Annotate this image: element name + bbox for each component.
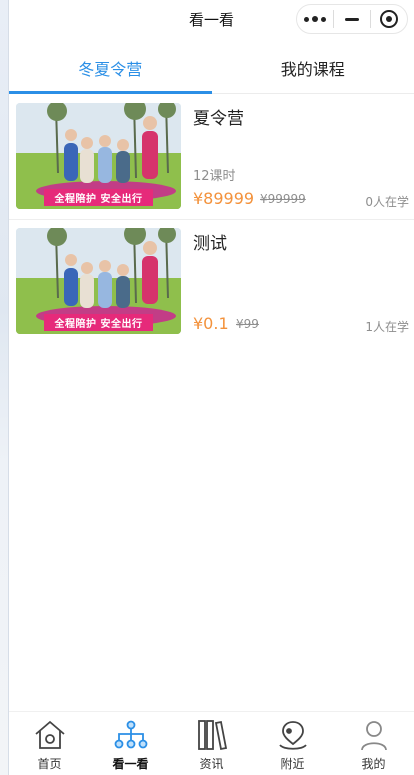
more-button[interactable]	[297, 5, 333, 33]
course-original-price: ¥99999	[260, 192, 306, 206]
course-learners: 0人在学	[365, 195, 409, 209]
nav-profile[interactable]: 我的	[333, 712, 414, 775]
course-item[interactable]: 全程陪护 安全出行 夏令营 12课时 ¥89999 ¥99999 0人在学	[9, 95, 414, 219]
page-title: 看一看	[188, 10, 234, 29]
tab-camps[interactable]: 冬夏令营	[9, 42, 212, 94]
close-button[interactable]	[371, 5, 407, 33]
more-icon	[304, 16, 326, 22]
thumbnail-banner: 全程陪护 安全出行	[44, 314, 153, 331]
books-icon	[194, 717, 230, 753]
nav-home[interactable]: 首页	[9, 712, 90, 775]
course-original-price: ¥99	[236, 317, 259, 331]
course-name: 测试	[193, 234, 227, 254]
minimize-icon	[345, 17, 359, 21]
minimize-button[interactable]	[334, 5, 370, 33]
user-icon	[356, 717, 392, 753]
course-thumbnail: 全程陪护 安全出行	[16, 228, 181, 334]
course-price: ¥89999	[193, 189, 255, 208]
capsule-menu	[296, 4, 408, 34]
course-thumbnail: 全程陪护 安全出行	[16, 103, 181, 209]
course-hours: 12课时	[193, 169, 236, 184]
thumbnail-banner: 全程陪护 安全出行	[44, 189, 153, 206]
course-learners: 1人在学	[365, 320, 409, 334]
course-name: 夏令营	[193, 109, 244, 129]
window-edge	[0, 0, 9, 775]
nav-label: 我的	[361, 757, 386, 771]
course-list: 全程陪护 安全出行 夏令营 12课时 ¥89999 ¥99999 0人在学 全程…	[9, 95, 414, 343]
nav-label: 资讯	[199, 757, 224, 771]
title-bar: 看一看	[9, 0, 414, 38]
course-price: ¥0.1	[193, 314, 229, 333]
bottom-nav: 首页 看一看 资讯 附近 我的	[9, 711, 414, 775]
course-info: 测试 ¥0.1 ¥99 1人在学	[193, 228, 414, 334]
close-icon	[380, 10, 398, 28]
nav-label: 看一看	[112, 757, 149, 771]
nav-nearby[interactable]: 附近	[252, 712, 333, 775]
course-item[interactable]: 全程陪护 安全出行 测试 ¥0.1 ¥99 1人在学	[9, 219, 414, 343]
app: 看一看 冬夏令营 我的课程 全程陪护 安全出行 夏令营 12课时 ¥89999 …	[0, 0, 414, 775]
nav-discover[interactable]: 看一看	[90, 712, 171, 775]
tab-bar: 冬夏令营 我的课程	[9, 42, 414, 94]
home-icon	[32, 717, 68, 753]
network-icon	[113, 717, 149, 753]
course-info: 夏令营 12课时 ¥89999 ¥99999 0人在学	[193, 103, 414, 209]
nav-label: 首页	[37, 757, 62, 771]
location-icon	[275, 717, 311, 753]
nav-news[interactable]: 资讯	[171, 712, 252, 775]
nav-label: 附近	[280, 757, 305, 771]
tab-my-courses[interactable]: 我的课程	[212, 42, 414, 93]
